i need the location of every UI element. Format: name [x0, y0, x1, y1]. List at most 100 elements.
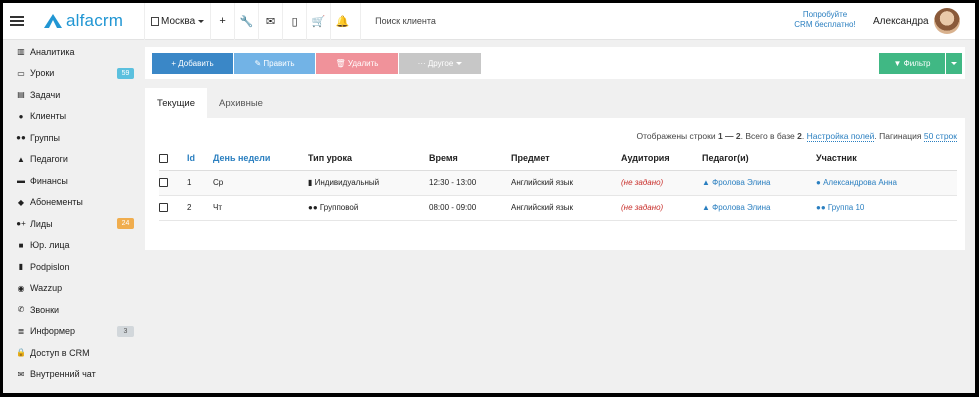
cell-time: 12:30 - 13:00: [429, 170, 511, 196]
participant-link[interactable]: ●● Группа 10: [816, 203, 864, 212]
sidebar-item[interactable]: ✆ Звонки: [3, 299, 143, 321]
phone-icon: ✆: [17, 305, 25, 315]
sidebar-item-label: Абонементы: [30, 197, 83, 208]
count-badge: 24: [117, 218, 134, 229]
logo-icon: [44, 14, 62, 28]
graduation-cap-icon: ▲: [702, 178, 713, 187]
graduation-cap-icon: ▲: [17, 154, 25, 164]
logo[interactable]: alfacrm: [43, 11, 134, 31]
cell-room: (не задано): [621, 195, 702, 221]
count-badge: 59: [117, 67, 134, 79]
participant-name: Группа 10: [827, 203, 865, 212]
participant-link[interactable]: ● Александрова Анна: [816, 178, 897, 187]
sidebar-item-label: Аналитика: [30, 46, 75, 57]
promo-link[interactable]: Попробуйте CRM бесплатно!: [791, 10, 859, 30]
shown-text: Отображены строки: [636, 131, 716, 141]
group-icon: ●●: [308, 203, 320, 212]
sidebar-item[interactable]: ▤ Задачи: [3, 84, 143, 106]
total-text: . Всего в базе: [740, 131, 795, 141]
sidebar-item[interactable]: 🔒 Доступ в CRM: [3, 342, 143, 364]
sidebar-item[interactable]: ≣ Информер 3: [3, 321, 143, 343]
search-box: [360, 3, 560, 40]
sidebar-item-label: Wazzup: [30, 283, 63, 294]
count-badge: 3: [117, 325, 134, 337]
whatsapp-icon: ◉: [17, 283, 25, 293]
teacher-name: Фролова Элина: [712, 203, 771, 212]
branch-selector[interactable]: Москва: [144, 3, 210, 40]
cell-lesson-type: Индивидуальный: [314, 178, 380, 187]
tab-archive[interactable]: Архивные: [207, 88, 275, 118]
chevron-down-icon: [951, 62, 957, 65]
header-weekday[interactable]: День недели: [213, 146, 308, 171]
sidebar-item[interactable]: ■ Юр. лица: [3, 235, 143, 257]
select-all-checkbox[interactable]: [159, 153, 168, 163]
sidebar-item-label: Podpislon: [30, 261, 70, 272]
users-icon: ●●: [16, 133, 26, 143]
cell-time: 08:00 - 09:00: [429, 195, 511, 221]
settings-link[interactable]: Настройка полей: [806, 131, 875, 142]
teacher-link[interactable]: ▲ Фролова Элина: [702, 178, 770, 187]
other-dropdown-button[interactable]: ··· Другое: [399, 53, 481, 74]
briefcase-icon: ■: [18, 240, 24, 250]
row-checkbox[interactable]: [159, 203, 168, 213]
sidebar-item[interactable]: ▬ Финансы: [3, 170, 143, 192]
sidebar-item[interactable]: ▥ Аналитика: [3, 41, 143, 63]
list-icon: ≣: [17, 326, 25, 336]
sidebar-item-label: Клиенты: [30, 111, 67, 122]
sidebar-item[interactable]: ▭ Уроки 59: [3, 63, 143, 85]
edit-button[interactable]: ✎ Править: [234, 53, 315, 74]
sidebar-item[interactable]: ● Клиенты: [3, 106, 143, 128]
app-frame: alfacrm Москва + 🔧 ✉ ▯ 🛒 🔔 Попробуйте CR…: [2, 2, 976, 394]
lock-icon: 🔒: [16, 348, 26, 358]
user-name[interactable]: Александра: [873, 16, 929, 27]
add-button[interactable]: + Добавить: [152, 53, 233, 74]
table-row[interactable]: 1 Ср ▮ Индивидуальный 12:30 - 13:00 Англ…: [159, 170, 957, 196]
wrench-icon[interactable]: 🔧: [234, 3, 258, 40]
cell-lesson-type: Групповой: [319, 203, 359, 212]
promo-line-1: Попробуйте: [802, 10, 848, 19]
sidebar-item-label: Информер: [30, 326, 76, 337]
sidebar-item[interactable]: ▮ Podpislon: [3, 256, 143, 278]
sidebar-item-label: Задачи: [30, 89, 61, 100]
sidebar-item-label: Юр. лица: [30, 240, 70, 251]
row-checkbox[interactable]: [159, 178, 168, 188]
cell-weekday: Ср: [213, 170, 308, 196]
sidebar-item-label: Группы: [30, 132, 60, 143]
pagination-link[interactable]: 50 строк: [923, 131, 957, 142]
top-bar: alfacrm Москва + 🔧 ✉ ▯ 🛒 🔔 Попробуйте CR…: [3, 3, 975, 40]
header-time: Время: [429, 146, 511, 171]
sidebar-item[interactable]: ◉ Wazzup: [3, 278, 143, 300]
plus-icon[interactable]: +: [210, 3, 234, 40]
menu-icon[interactable]: [10, 16, 24, 26]
building-icon: [151, 16, 159, 26]
sidebar-item[interactable]: ●● Группы: [3, 127, 143, 149]
sidebar-item-label: Внутренний чат: [30, 369, 96, 380]
header-id[interactable]: Id: [187, 146, 213, 171]
sidebar-item-label: Уроки: [30, 68, 55, 79]
total-end: .: [801, 131, 805, 141]
user-icon: ●: [816, 178, 824, 187]
teacher-link[interactable]: ▲ Фролова Элина: [702, 203, 770, 212]
calendar-icon: ▭: [17, 68, 25, 78]
cell-subject: Английский язык: [511, 195, 621, 221]
sidebar-item[interactable]: ●+ Лиды 24: [3, 213, 143, 235]
table-row[interactable]: 2 Чт ●● Групповой 08:00 - 09:00 Английск…: [159, 195, 957, 221]
cart-icon[interactable]: 🛒: [306, 3, 330, 40]
chart-icon: ▥: [17, 47, 25, 57]
sidebar-item[interactable]: ✉ Внутренний чат: [3, 364, 143, 386]
avatar[interactable]: [934, 8, 960, 34]
filter-button[interactable]: ▼ Фильтр: [879, 53, 945, 74]
search-input[interactable]: [375, 16, 556, 26]
header-participant: Участник: [816, 146, 957, 171]
envelope-icon[interactable]: ✉: [258, 3, 282, 40]
mobile-icon[interactable]: ▯: [282, 3, 306, 40]
delete-button[interactable]: 🗑 Удалить: [316, 53, 398, 74]
sidebar-item[interactable]: ▲ Педагоги: [3, 149, 143, 171]
sidebar: ▥ Аналитика ▭ Уроки 59 ▤ Задачи ● Клиенты ●● Групп…: [3, 41, 143, 393]
filter-dropdown-button[interactable]: [946, 53, 962, 74]
sidebar-item[interactable]: ◆ Абонементы: [3, 192, 143, 214]
file-icon: ▮: [18, 262, 24, 272]
user-icon: ●: [18, 111, 24, 121]
bell-icon[interactable]: 🔔: [330, 3, 354, 40]
tab-current[interactable]: Текущие: [145, 88, 207, 118]
